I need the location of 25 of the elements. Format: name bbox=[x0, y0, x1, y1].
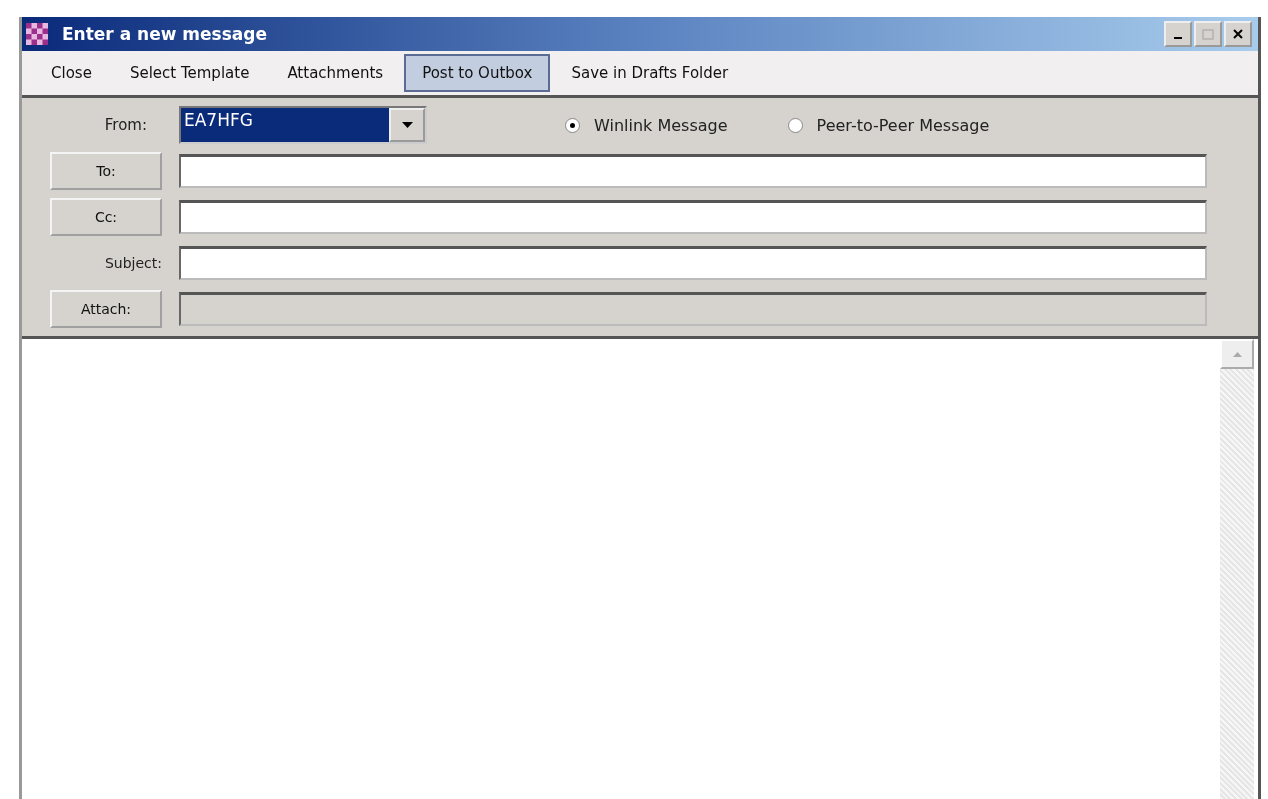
minimize-button[interactable] bbox=[1164, 21, 1192, 47]
from-label: From: bbox=[103, 116, 148, 134]
maximize-icon bbox=[1202, 28, 1214, 40]
caret-icon bbox=[401, 121, 413, 129]
checkerboard-icon bbox=[26, 23, 48, 45]
menu-item[interactable]: Close bbox=[34, 54, 109, 92]
address-button[interactable]: To: bbox=[50, 152, 162, 190]
from-dropdown[interactable]: EA7HFG bbox=[179, 106, 427, 144]
field-label: Subject: bbox=[104, 255, 162, 271]
input-field[interactable] bbox=[179, 200, 1207, 234]
menu-item[interactable]: Select Template bbox=[112, 54, 267, 92]
up-arrow-icon bbox=[1232, 351, 1242, 357]
minimize-icon bbox=[1174, 37, 1182, 39]
input-field[interactable] bbox=[179, 246, 1207, 280]
close-button[interactable] bbox=[1224, 21, 1252, 47]
close-icon bbox=[1233, 29, 1243, 39]
menu-item[interactable]: Save in Drafts Folder bbox=[554, 54, 746, 92]
input-field[interactable] bbox=[179, 154, 1207, 188]
menu-item[interactable]: Post to Outbox bbox=[404, 54, 551, 92]
window-title: Enter a new message bbox=[62, 24, 268, 44]
menu-item[interactable]: Attachments bbox=[270, 54, 401, 92]
radio-option[interactable]: Winlink Message bbox=[565, 115, 728, 135]
scrollbar[interactable] bbox=[1220, 339, 1254, 799]
address-button[interactable]: Cc: bbox=[50, 198, 162, 236]
radio-option[interactable]: Peer-to-Peer Message bbox=[787, 115, 990, 135]
